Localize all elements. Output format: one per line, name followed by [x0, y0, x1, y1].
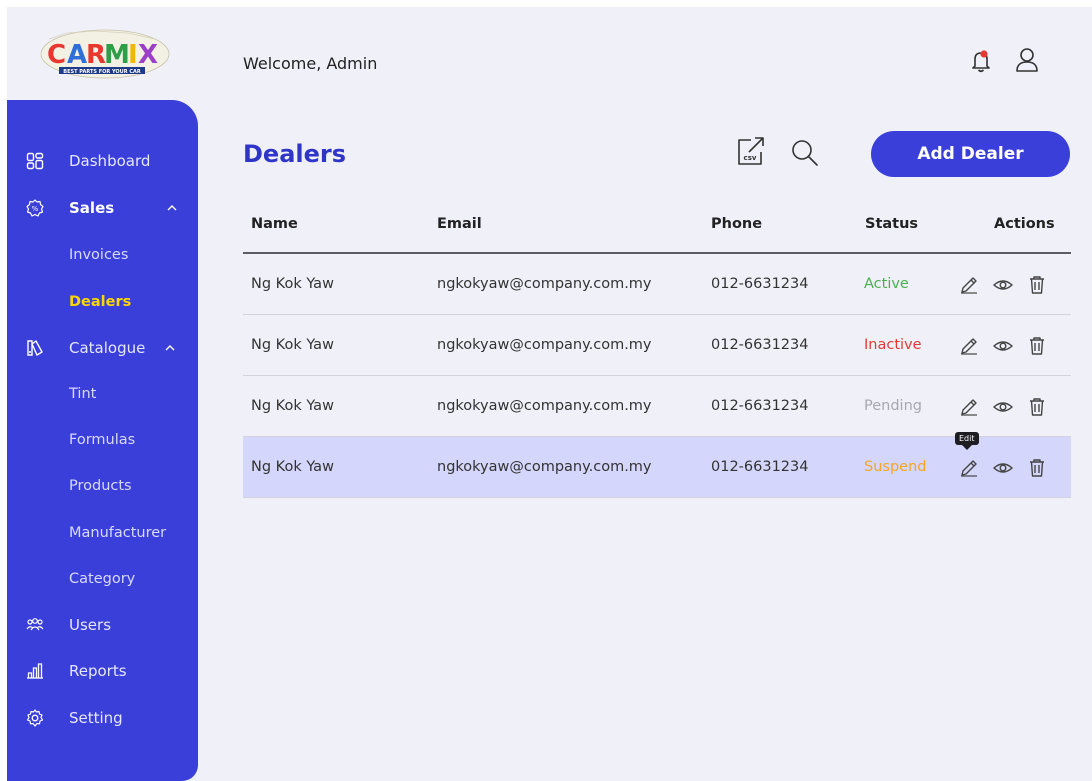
cell-email: ngkokyaw@company.com.my	[437, 459, 652, 475]
sidebar-item-sales[interactable]: % Sales	[7, 190, 198, 226]
column-header-status[interactable]: Status	[865, 216, 918, 232]
sidebar-item-label: Setting	[69, 709, 123, 727]
sidebar-subitem-products[interactable]: Products	[69, 471, 132, 501]
chevron-up-icon[interactable]	[165, 344, 175, 352]
edit-tooltip: Edit	[955, 432, 979, 450]
svg-text:I: I	[128, 40, 138, 70]
column-header-email[interactable]: Email	[437, 216, 482, 232]
sidebar-subitem-invoices[interactable]: Invoices	[69, 240, 128, 270]
carmix-logo: C A R M I X BEST PARTS FOR YOUR CAR	[40, 29, 170, 79]
table-row[interactable]: Ng Kok Yaw ngkokyaw@company.com.my 012-6…	[243, 376, 1071, 437]
sidebar-item-label: Reports	[69, 662, 127, 680]
cell-phone: 012-6631234	[711, 337, 809, 353]
status-badge: Active	[864, 276, 909, 292]
cell-name: Ng Kok Yaw	[251, 337, 334, 353]
reports-icon	[27, 663, 43, 679]
edit-icon[interactable]	[958, 457, 980, 479]
catalogue-icon	[27, 340, 43, 356]
svg-text:M: M	[104, 40, 130, 70]
column-header-actions: Actions	[994, 216, 1055, 232]
cell-name: Ng Kok Yaw	[251, 459, 334, 475]
sidebar-item-label: Users	[69, 616, 112, 634]
view-icon[interactable]	[992, 335, 1014, 357]
dealers-table: Name Email Phone Status Actions Ng Kok Y…	[243, 197, 1071, 498]
csv-label: csv	[744, 154, 757, 162]
sidebar-item-catalogue[interactable]: Catalogue	[7, 330, 198, 366]
sidebar-subitem-dealers[interactable]: Dealers	[69, 287, 131, 317]
edit-icon[interactable]	[958, 335, 980, 357]
cell-phone: 012-6631234	[711, 276, 809, 292]
sidebar-item-label: Catalogue	[69, 339, 146, 357]
sidebar: Dashboard % Sales Invoices Dealers Catal…	[7, 100, 198, 781]
column-header-name[interactable]: Name	[251, 216, 298, 232]
status-badge: Pending	[864, 398, 922, 414]
cell-phone: 012-6631234	[711, 459, 809, 475]
cell-name: Ng Kok Yaw	[251, 398, 334, 414]
sidebar-item-dashboard[interactable]: Dashboard	[7, 143, 198, 179]
sidebar-item-label: Dashboard	[69, 152, 151, 170]
delete-icon[interactable]	[1026, 457, 1048, 479]
sidebar-subitem-manufacturer[interactable]: Manufacturer	[69, 518, 166, 548]
logo-area: C A R M I X BEST PARTS FOR YOUR CAR	[7, 7, 199, 103]
svg-text:X: X	[138, 40, 158, 70]
svg-text:BEST PARTS FOR YOUR CAR: BEST PARTS FOR YOUR CAR	[63, 69, 141, 75]
bell-icon[interactable]	[967, 47, 995, 75]
csv-export-icon[interactable]: csv	[735, 134, 767, 168]
add-dealer-button[interactable]: Add Dealer	[871, 131, 1070, 177]
page-title: Dealers	[243, 140, 347, 168]
edit-icon[interactable]	[958, 396, 980, 418]
sidebar-subitem-category[interactable]: Category	[69, 564, 135, 594]
svg-text:A: A	[67, 40, 87, 70]
cell-email: ngkokyaw@company.com.my	[437, 337, 652, 353]
cell-email: ngkokyaw@company.com.my	[437, 276, 652, 292]
status-badge: Inactive	[864, 337, 922, 353]
delete-icon[interactable]	[1026, 274, 1048, 296]
column-header-phone[interactable]: Phone	[711, 216, 762, 232]
welcome-text: Welcome, Admin	[243, 54, 378, 73]
users-icon	[26, 618, 44, 631]
delete-icon[interactable]	[1026, 396, 1048, 418]
view-icon[interactable]	[992, 396, 1014, 418]
sales-icon: %	[26, 199, 44, 217]
chevron-up-icon[interactable]	[167, 204, 177, 212]
view-icon[interactable]	[992, 457, 1014, 479]
table-row[interactable]: Ng Kok Yaw ngkokyaw@company.com.my 012-6…	[243, 254, 1071, 315]
sidebar-item-label: Sales	[69, 199, 115, 217]
sidebar-item-users[interactable]: Users	[7, 607, 198, 643]
app-window: C A R M I X BEST PARTS FOR YOUR CAR Welc…	[7, 7, 1092, 781]
sidebar-subitem-formulas[interactable]: Formulas	[69, 425, 135, 455]
user-icon[interactable]	[1013, 45, 1041, 73]
cell-name: Ng Kok Yaw	[251, 276, 334, 292]
sidebar-item-setting[interactable]: Setting	[7, 700, 198, 736]
dashboard-icon	[26, 152, 44, 170]
delete-icon[interactable]	[1026, 335, 1048, 357]
setting-icon	[26, 709, 44, 727]
table-row[interactable]: Ng Kok Yaw ngkokyaw@company.com.my 012-6…	[243, 432, 1071, 498]
search-icon[interactable]	[789, 137, 821, 169]
cell-email: ngkokyaw@company.com.my	[437, 398, 652, 414]
svg-text:%: %	[32, 205, 39, 213]
table-header: Name Email Phone Status Actions	[243, 197, 1071, 254]
view-icon[interactable]	[992, 274, 1014, 296]
sidebar-subitem-tint[interactable]: Tint	[69, 379, 96, 409]
status-badge: Suspend	[864, 459, 927, 475]
cell-phone: 012-6631234	[711, 398, 809, 414]
edit-icon[interactable]	[958, 274, 980, 296]
sidebar-item-reports[interactable]: Reports	[7, 653, 198, 689]
table-row[interactable]: Ng Kok Yaw ngkokyaw@company.com.my 012-6…	[243, 315, 1071, 376]
svg-text:C: C	[47, 40, 66, 70]
